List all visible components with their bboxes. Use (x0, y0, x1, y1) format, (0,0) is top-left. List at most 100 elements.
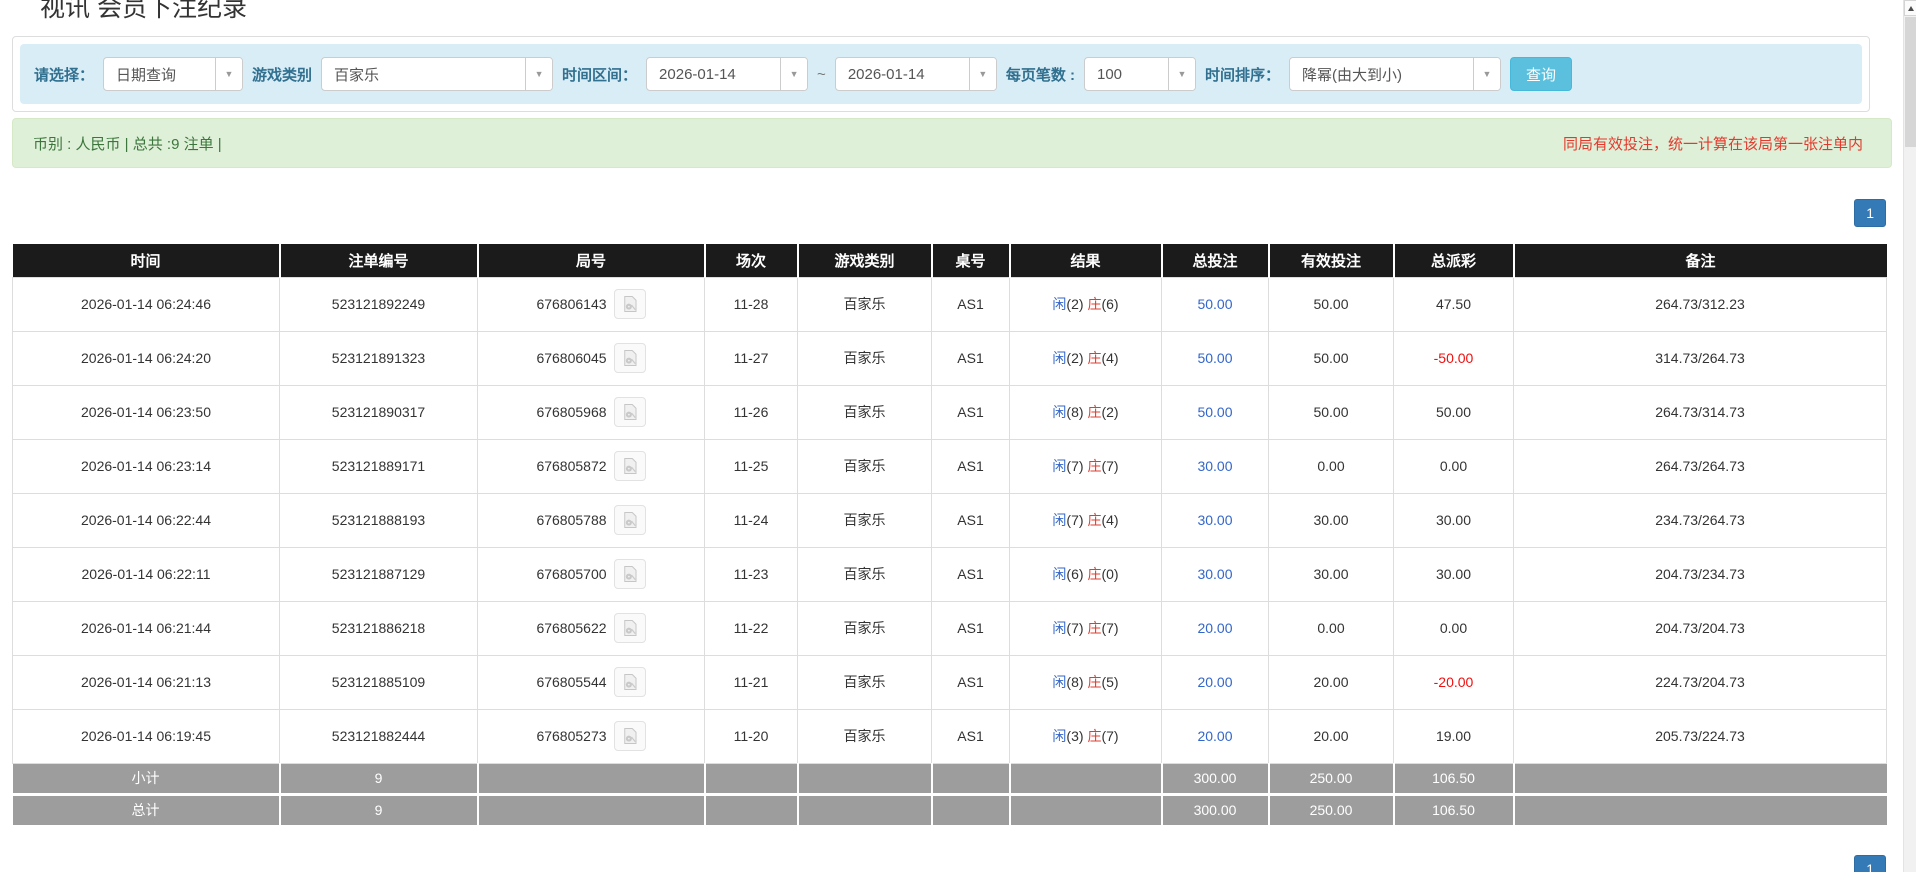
result-banker: 庄 (1087, 728, 1102, 744)
cell-round-id: 676805968 (477, 384, 705, 440)
video-file-icon (623, 674, 637, 690)
query-type-select[interactable]: 日期查询 ▼ (103, 57, 244, 91)
subtotal-total-bet: 300.00 (1161, 763, 1270, 796)
result-player: 闲 (1052, 512, 1067, 528)
result-player: 闲 (1052, 566, 1067, 582)
video-replay-button[interactable] (613, 343, 646, 373)
page-size-value: 100 (1096, 65, 1123, 83)
video-file-icon (623, 458, 637, 474)
cell-round-id: 676805700 (477, 546, 705, 602)
result-banker: 庄 (1087, 296, 1102, 312)
chevron-down-icon: ▼ (525, 58, 553, 90)
cell-valid-bet: 30.00 (1268, 492, 1394, 548)
video-replay-button[interactable] (613, 505, 646, 535)
cell-table-no: AS1 (931, 438, 1010, 494)
cell-result: 闲(2) 庄(4) (1009, 330, 1162, 386)
chevron-down-icon: ▼ (780, 58, 808, 90)
header-time: 时间 (12, 244, 281, 277)
cell-session: 11-24 (704, 492, 798, 548)
page-size-label: 每页笔数 : (1005, 66, 1075, 84)
result-banker: 庄 (1087, 620, 1102, 636)
table-row: 2026-01-14 06:23:14 523121889171 6768058… (12, 438, 1887, 494)
cell-remark: 264.73/314.73 (1513, 384, 1887, 440)
total-bet-link[interactable]: 30.00 (1197, 512, 1232, 528)
subtotal-payout: 106.50 (1393, 763, 1515, 796)
cell-game-type: 百家乐 (797, 546, 932, 602)
page-size-select[interactable]: 100 ▼ (1083, 57, 1196, 91)
result-player-score: (7) (1066, 620, 1084, 636)
video-replay-button[interactable] (613, 451, 646, 481)
total-bet-link[interactable]: 20.00 (1197, 728, 1232, 744)
video-replay-button[interactable] (613, 289, 646, 319)
total-bet-link[interactable]: 50.00 (1197, 404, 1232, 420)
scroll-up-button[interactable] (1904, 0, 1916, 16)
header-valid-bet: 有效投注 (1268, 244, 1395, 277)
cell-time: 2026-01-14 06:24:46 (12, 276, 280, 332)
scrollbar[interactable] (1903, 0, 1916, 872)
cell-payout: 30.00 (1393, 492, 1514, 548)
cell-valid-bet: 0.00 (1268, 438, 1394, 494)
cell-valid-bet: 20.00 (1268, 654, 1394, 710)
cell-session: 11-25 (704, 438, 798, 494)
time-range-label: 时间区间： (562, 66, 638, 84)
result-player: 闲 (1052, 458, 1067, 474)
video-replay-button[interactable] (613, 721, 646, 751)
cell-game-type: 百家乐 (797, 438, 932, 494)
pagination-bottom: 1 (12, 855, 1886, 872)
total-bet-link[interactable]: 50.00 (1197, 296, 1232, 312)
cell-bet-id: 523121886218 (279, 600, 478, 656)
cell-session: 11-23 (704, 546, 798, 602)
video-replay-button[interactable] (613, 667, 646, 697)
round-id-text: 676806143 (536, 296, 607, 312)
filter-bar: 请选择： 日期查询 ▼ 游戏类别 百家乐 ▼ 时间区间： 2026-01-14 … (20, 44, 1862, 104)
page-button[interactable]: 1 (1854, 855, 1886, 872)
header-payout: 总派彩 (1393, 244, 1515, 277)
video-replay-button[interactable] (613, 613, 646, 643)
table-row: 2026-01-14 06:21:13 523121885109 6768055… (12, 654, 1887, 710)
cell-payout: -20.00 (1393, 654, 1514, 710)
currency-summary-text: 币别 : 人民币 | 总共 :9 注单 | (33, 135, 222, 153)
summary-bar: 币别 : 人民币 | 总共 :9 注单 | 同局有效投注，统一计算在该局第一张注… (12, 118, 1892, 168)
cell-bet-id: 523121882444 (279, 708, 478, 764)
date-to-select[interactable]: 2026-01-14 ▼ (834, 57, 997, 91)
page-button[interactable]: 1 (1854, 199, 1886, 227)
table-row: 2026-01-14 06:23:50 523121890317 6768059… (12, 384, 1887, 440)
cell-remark: 204.73/234.73 (1513, 546, 1887, 602)
cell-time: 2026-01-14 06:23:14 (12, 438, 280, 494)
cell-session: 11-28 (704, 276, 798, 332)
date-from-select[interactable]: 2026-01-14 ▼ (646, 57, 809, 91)
header-session: 场次 (704, 244, 799, 277)
round-id-text: 676805968 (536, 404, 607, 420)
round-id-text: 676805544 (536, 674, 607, 690)
video-replay-button[interactable] (613, 559, 646, 589)
cell-total-bet: 20.00 (1161, 708, 1269, 764)
cell-table-no: AS1 (931, 546, 1010, 602)
total-bet-link[interactable]: 20.00 (1197, 620, 1232, 636)
total-total-bet: 300.00 (1161, 794, 1270, 825)
game-type-select[interactable]: 百家乐 ▼ (321, 57, 554, 91)
result-banker-score: (2) (1101, 404, 1119, 420)
video-replay-button[interactable] (613, 397, 646, 427)
header-game-type: 游戏类别 (797, 244, 933, 277)
header-remark: 备注 (1513, 244, 1887, 277)
cell-remark: 224.73/204.73 (1513, 654, 1887, 710)
cell-round-id: 676805788 (477, 492, 705, 548)
game-type-value: 百家乐 (334, 66, 380, 84)
total-row: 总计 9 300.00 250.00 106.50 (12, 794, 1887, 825)
cell-remark: 204.73/204.73 (1513, 600, 1887, 656)
chevron-down-icon: ▼ (1167, 58, 1195, 90)
total-bet-link[interactable]: 30.00 (1197, 566, 1232, 582)
total-bet-link[interactable]: 30.00 (1197, 458, 1232, 474)
cell-game-type: 百家乐 (797, 708, 932, 764)
scroll-thumb[interactable] (1905, 17, 1916, 147)
search-button[interactable]: 查询 (1510, 57, 1573, 91)
result-banker-score: (4) (1101, 512, 1119, 528)
total-bet-link[interactable]: 20.00 (1197, 674, 1232, 690)
video-file-icon (623, 566, 637, 582)
cell-time: 2026-01-14 06:22:44 (12, 492, 280, 548)
total-bet-link[interactable]: 50.00 (1197, 350, 1232, 366)
total-valid-bet: 250.00 (1268, 794, 1395, 825)
sort-order-select[interactable]: 降幂(由大到小) ▼ (1289, 57, 1501, 91)
cell-payout: 47.50 (1393, 276, 1514, 332)
video-file-icon (623, 728, 637, 744)
